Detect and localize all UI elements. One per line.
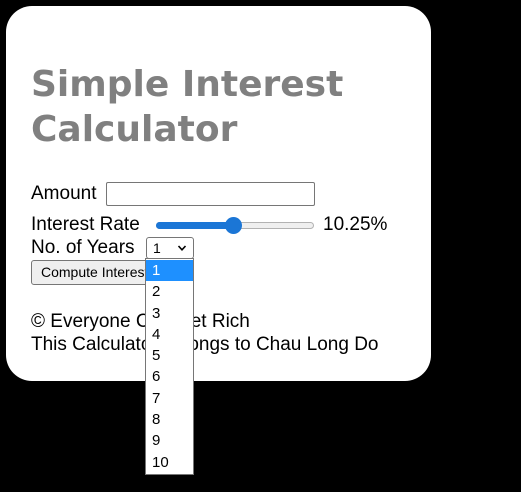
years-option[interactable]: 9	[146, 430, 193, 451]
interest-rate-slider[interactable]	[156, 217, 314, 234]
copyright-text: © Everyone Can Get Rich	[31, 311, 250, 332]
years-option[interactable]: 5	[146, 345, 193, 366]
page-title: Simple Interest Calculator	[31, 64, 344, 150]
interest-rate-label: Interest Rate	[31, 214, 140, 235]
calculator-card: Simple Interest Calculator Amount Intere…	[6, 6, 431, 381]
slider-fill	[156, 222, 234, 229]
chevron-down-icon	[177, 245, 187, 251]
interest-rate-value: 10.25%	[323, 214, 388, 235]
years-option[interactable]: 4	[146, 324, 193, 345]
credit-text: This Calculator belongs to Chau Long Do	[31, 334, 379, 355]
years-select[interactable]: 1	[146, 237, 194, 259]
years-option[interactable]: 2	[146, 281, 193, 302]
years-option[interactable]: 6	[146, 366, 193, 387]
footer: © Everyone Can Get Rich This Calculator …	[31, 310, 378, 356]
years-option[interactable]: 10	[146, 452, 193, 473]
years-option[interactable]: 8	[146, 409, 193, 430]
slider-thumb[interactable]	[225, 217, 243, 234]
years-option[interactable]: 7	[146, 388, 193, 409]
amount-label: Amount	[31, 183, 97, 204]
years-option[interactable]: 3	[146, 303, 193, 324]
years-dropdown-list: 1 2 3 4 5 6 7 8 9 10	[145, 258, 194, 475]
amount-input[interactable]	[106, 182, 315, 206]
years-option[interactable]: 1	[146, 260, 193, 282]
years-selected-value: 1	[153, 240, 161, 256]
years-label: No. of Years	[31, 237, 135, 258]
